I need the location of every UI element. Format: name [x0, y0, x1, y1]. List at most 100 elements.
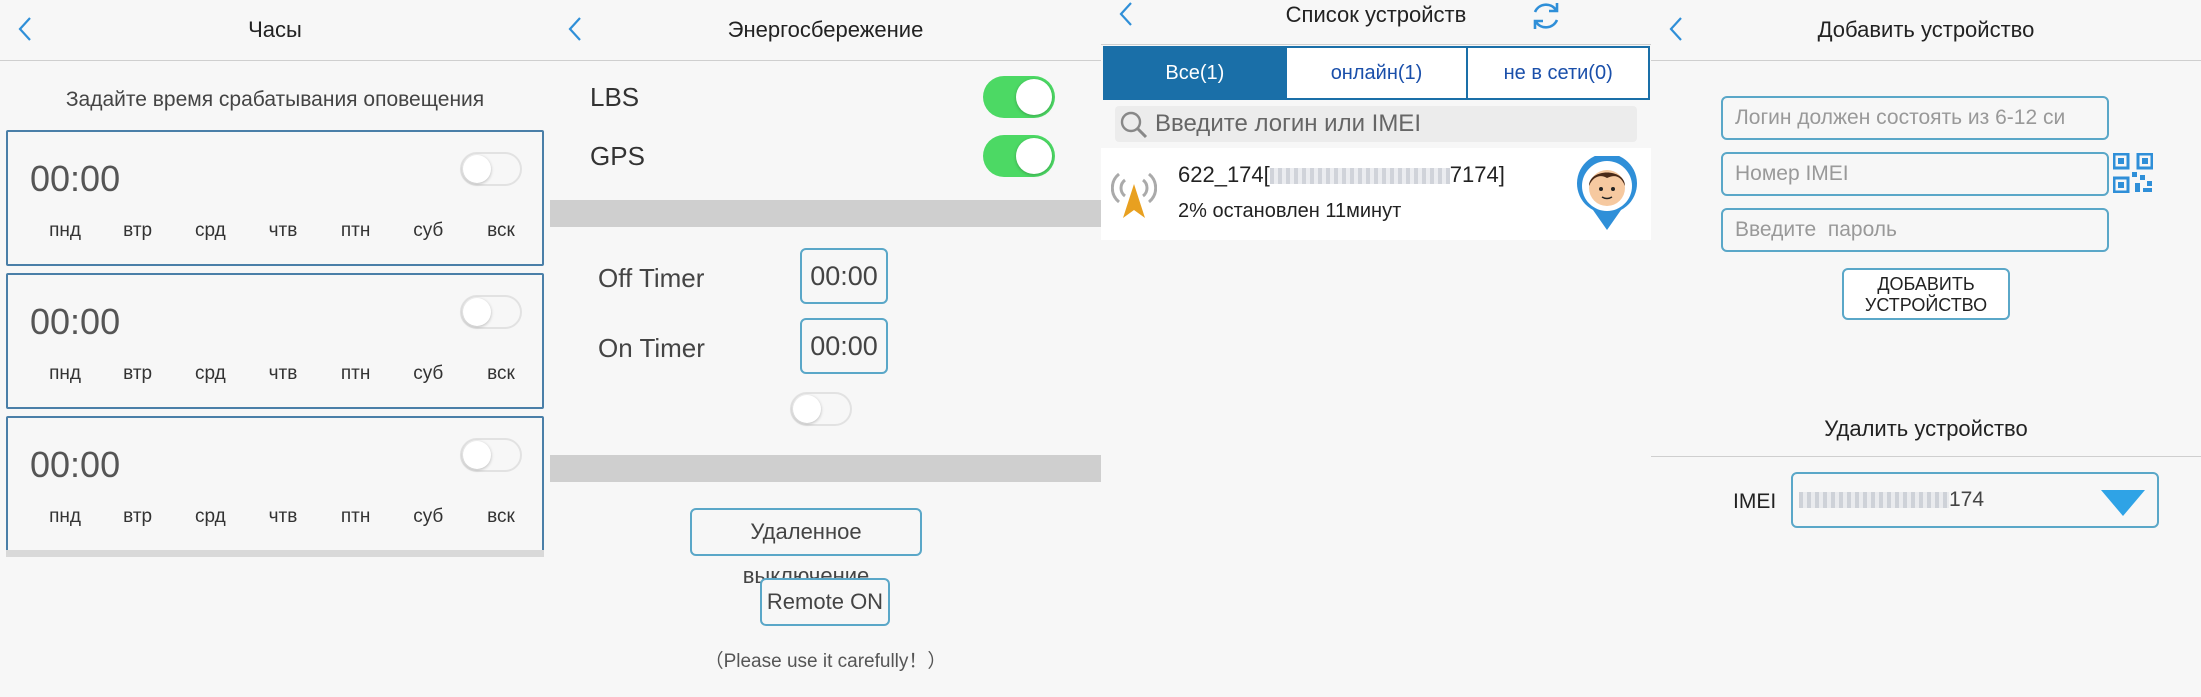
redacted-imei — [1269, 168, 1450, 185]
imei-select[interactable]: 174 — [1791, 472, 2159, 528]
toggle-knob — [463, 155, 491, 183]
header: Энергосбережение — [550, 0, 1101, 61]
alarm-card[interactable]: 00:00 пнд втр срд чтв птн суб вск — [6, 273, 544, 409]
weekday-row: пнд втр срд чтв птн суб вск — [38, 506, 528, 528]
page-title: Добавить устройство — [1817, 17, 2035, 42]
search-icon — [1120, 111, 1148, 139]
power-saving-panel: Энергосбережение LBS GPS Off Timer 00:00… — [550, 0, 1101, 697]
caution-note: （Please use it carefully！） — [704, 651, 947, 672]
weekday-row: пнд втр срд чтв птн суб вск — [38, 220, 528, 242]
day-sun[interactable]: вск — [474, 506, 528, 528]
day-fri[interactable]: птн — [329, 220, 383, 242]
device-list-item[interactable]: 622_174[ 7174] 2% остановлен 11минут — [1101, 148, 1651, 240]
alarm-instructions: Задайте время срабатывания оповещения — [65, 88, 485, 111]
imei-input[interactable] — [1723, 154, 2107, 194]
day-sun[interactable]: вск — [474, 220, 528, 242]
gps-label: GPS — [590, 141, 645, 171]
page-title: Часы — [248, 17, 302, 42]
alarm-toggle[interactable] — [460, 438, 522, 472]
device-status: 2% остановлен 11минут — [1178, 200, 1402, 222]
imei-label: IMEI — [1733, 490, 1777, 513]
divider — [1101, 44, 1651, 45]
login-input[interactable] — [1723, 98, 2107, 138]
day-sun[interactable]: вск — [474, 363, 528, 385]
section-divider — [550, 200, 1101, 227]
day-sat[interactable]: суб — [401, 506, 455, 528]
refresh-icon[interactable] — [1528, 0, 1564, 34]
gps-toggle[interactable] — [983, 135, 1055, 177]
dropdown-caret-icon — [2101, 490, 2145, 516]
day-fri[interactable]: птн — [329, 363, 383, 385]
divider — [1651, 456, 2201, 457]
day-tue[interactable]: втр — [111, 220, 165, 242]
delete-section-title: Удалить устройство — [1824, 416, 2028, 441]
toggle-knob — [463, 441, 491, 469]
lbs-label: LBS — [590, 82, 640, 112]
off-timer-field[interactable]: 00:00 — [800, 248, 888, 304]
day-fri[interactable]: птн — [329, 506, 383, 528]
day-wed[interactable]: срд — [183, 220, 237, 242]
day-mon[interactable]: пнд — [38, 220, 92, 242]
search-bar — [1115, 106, 1637, 142]
clock-panel: Часы Задайте время срабатывания оповещен… — [0, 0, 550, 697]
add-device-button[interactable]: ДОБАВИТЬ УСТРОЙСТВО — [1842, 268, 2010, 320]
off-timer-label: Off Timer — [598, 263, 705, 293]
day-sat[interactable]: суб — [401, 363, 455, 385]
alarm-time[interactable]: 00:00 — [30, 444, 120, 486]
device-name-prefix: 622_174[ — [1178, 162, 1270, 187]
day-sat[interactable]: суб — [401, 220, 455, 242]
imei-selected-value: 174 — [1799, 488, 1984, 512]
device-list-panel: Список устройств Все(1) онлайн(1) не в с… — [1101, 0, 1651, 697]
add-device-panel: Добавить устройство ДОБАВИТЬ УСТРОЙСТВО … — [1651, 0, 2201, 697]
login-field — [1721, 96, 2109, 140]
qr-code-icon[interactable] — [2113, 153, 2153, 193]
day-thu[interactable]: чтв — [256, 220, 310, 242]
tab-all[interactable]: Все(1) — [1105, 48, 1285, 98]
alarm-time[interactable]: 00:00 — [30, 158, 120, 200]
device-name: 622_174[ 7174] — [1178, 162, 1505, 188]
day-tue[interactable]: втр — [111, 363, 165, 385]
alarm-card[interactable]: 00:00 пнд втр срд чтв птн суб вск — [6, 130, 544, 266]
filter-tabs: Все(1) онлайн(1) не в сети(0) — [1103, 46, 1650, 100]
alarm-toggle[interactable] — [460, 295, 522, 329]
imei-value-suffix: 174 — [1949, 488, 1985, 511]
add-button-line2: УСТРОЙСТВО — [1864, 295, 1988, 315]
toggle-knob — [1016, 138, 1052, 174]
day-tue[interactable]: втр — [111, 506, 165, 528]
section-divider — [550, 455, 1101, 482]
day-wed[interactable]: срд — [183, 506, 237, 528]
remote-off-button[interactable]: Удаленное выключение — [690, 508, 922, 588]
toggle-knob — [463, 298, 491, 326]
timer-toggle[interactable] — [790, 392, 852, 426]
day-thu[interactable]: чтв — [256, 363, 310, 385]
tab-offline[interactable]: не в сети(0) — [1466, 48, 1648, 98]
day-wed[interactable]: срд — [183, 363, 237, 385]
day-thu[interactable]: чтв — [256, 506, 310, 528]
imei-field — [1721, 152, 2109, 196]
alarm-toggle[interactable] — [460, 152, 522, 186]
tab-online[interactable]: онлайн(1) — [1284, 48, 1467, 98]
header: Часы — [0, 0, 550, 61]
on-timer-label: On Timer — [598, 333, 705, 363]
on-timer-field[interactable]: 00:00 — [800, 318, 888, 374]
search-input[interactable] — [1155, 106, 1625, 142]
redacted-imei — [1799, 492, 1949, 509]
day-mon[interactable]: пнд — [38, 506, 92, 528]
password-input[interactable] — [1723, 210, 2107, 250]
alarm-card[interactable]: 00:00 пнд втр срд чтв птн суб вск — [6, 416, 544, 552]
alarm-time[interactable]: 00:00 — [30, 301, 120, 343]
day-mon[interactable]: пнд — [38, 363, 92, 385]
toggle-knob — [793, 395, 821, 423]
header: Добавить устройство — [1651, 0, 2201, 61]
page-title: Список устройств — [1285, 2, 1467, 27]
weekday-row: пнд втр срд чтв птн суб вск — [38, 363, 528, 385]
device-name-suffix: 7174] — [1449, 162, 1505, 187]
divider — [6, 550, 544, 557]
page-title: Энергосбережение — [727, 17, 924, 42]
remote-on-button[interactable]: Remote ON — [760, 578, 890, 626]
toggle-knob — [1016, 79, 1052, 115]
password-field — [1721, 208, 2109, 252]
lbs-toggle[interactable] — [983, 76, 1055, 118]
gps-signal-icon — [1111, 172, 1157, 218]
avatar-pin-icon — [1577, 156, 1637, 230]
